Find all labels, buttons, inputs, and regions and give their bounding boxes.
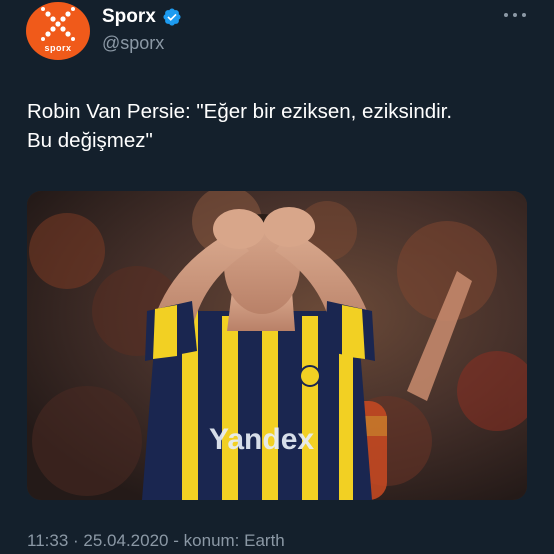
tweet-media-photo[interactable]: Yandex (27, 191, 527, 500)
tweet-text: Robin Van Persie: "Eğer bir eziksen, ezi… (27, 97, 532, 155)
tweet-time: 11:33 (27, 531, 69, 550)
photo-illustration: Yandex (27, 191, 527, 500)
tweet-card: sporx Sporx @sporx Robin Van Persie: "Eğ… (0, 0, 554, 554)
meta-dash: - (173, 531, 179, 550)
avatar-text: sporx (44, 43, 72, 53)
jersey-sponsor-text: Yandex (209, 423, 314, 456)
tweet-timestamp[interactable]: 11:33 · 25.04.2020 - konum: Earth (27, 531, 285, 551)
display-name-row: Sporx (102, 6, 182, 28)
tweet-date: 25.04.2020 (83, 531, 169, 550)
avatar[interactable]: sporx (26, 2, 90, 60)
tweet-location: konum: Earth (183, 531, 285, 550)
tweet-text-line-2: Bu değişmez" (27, 129, 153, 152)
user-handle[interactable]: @sporx (102, 33, 164, 54)
verified-badge-icon (162, 7, 182, 27)
display-name[interactable]: Sporx (102, 6, 156, 28)
tweet-text-line-1: Robin Van Persie: "Eğer bir eziksen, ezi… (27, 100, 453, 123)
more-horizontal-icon[interactable] (504, 10, 526, 20)
meta-separator: · (73, 531, 79, 550)
